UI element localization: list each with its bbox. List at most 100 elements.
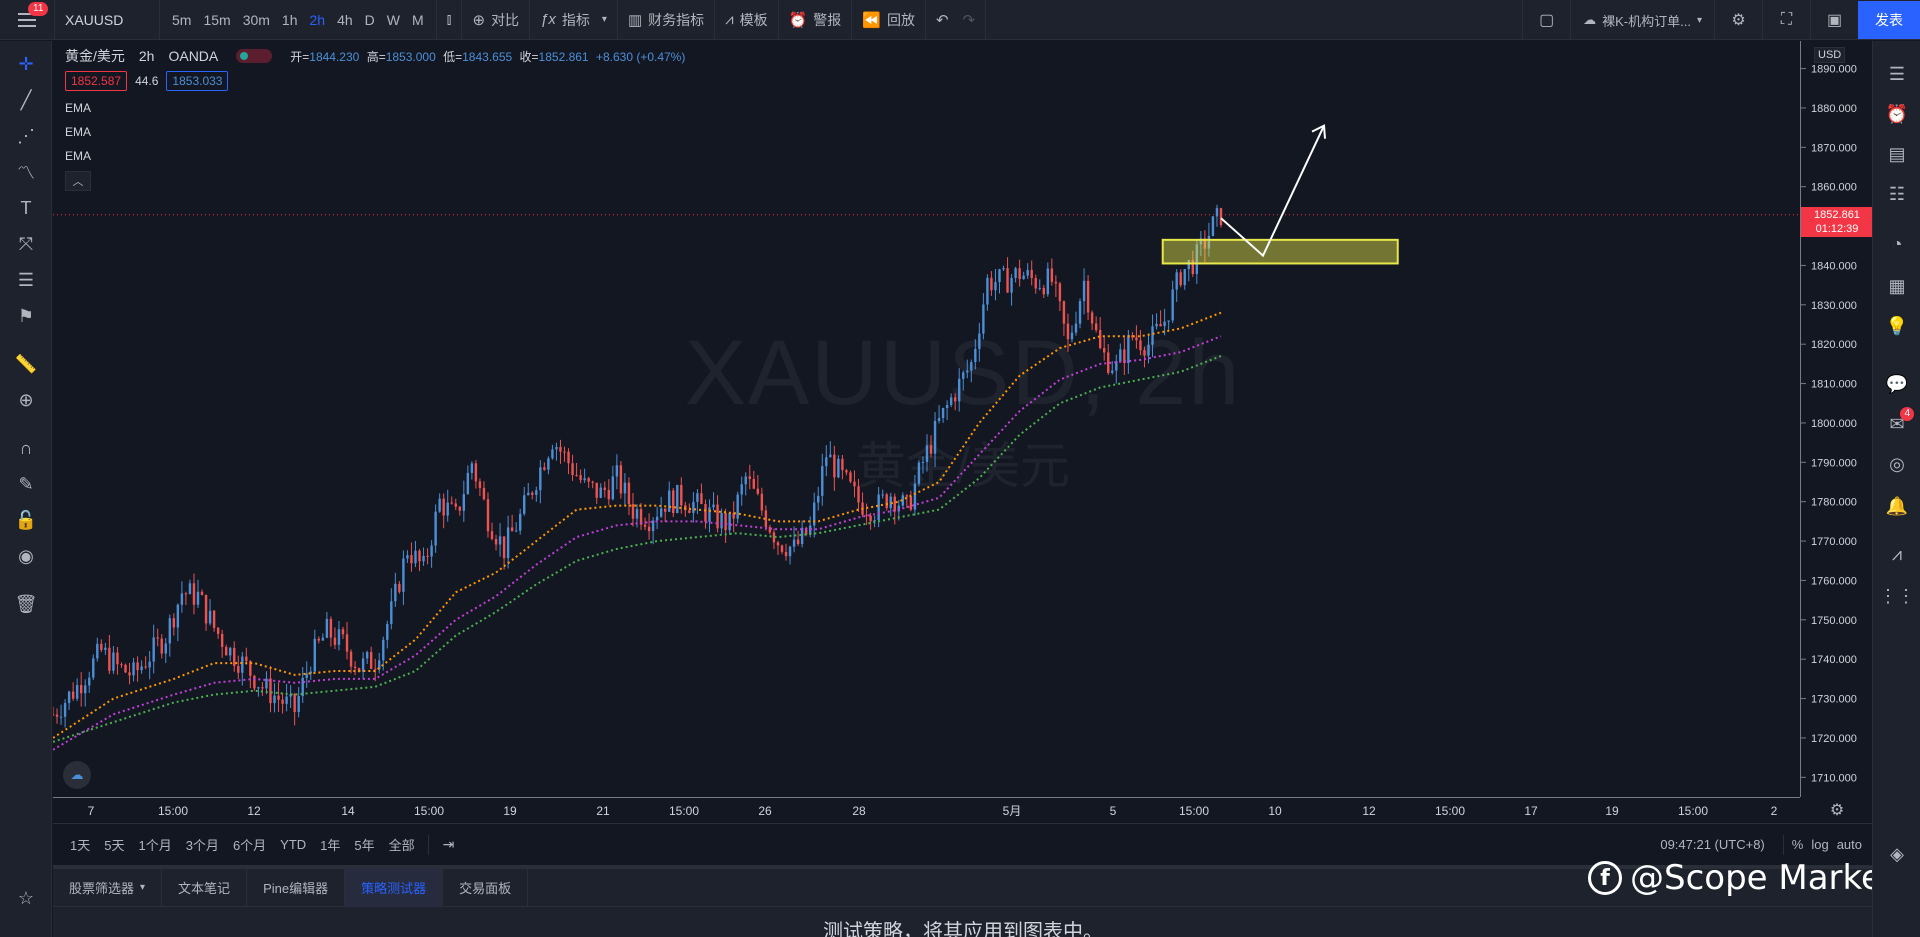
candle-body xyxy=(700,493,703,505)
candle-body xyxy=(212,610,216,628)
candle-body xyxy=(305,673,308,678)
interval-w[interactable]: W xyxy=(381,12,406,28)
layout-name-button[interactable]: ☁ 裸K-机构订单... ▾ xyxy=(1570,0,1714,40)
range-6m[interactable]: 6个月 xyxy=(226,835,273,854)
range-all[interactable]: 全部 xyxy=(382,835,422,854)
settings-button[interactable]: ⚙ xyxy=(1714,0,1762,40)
log-toggle[interactable]: log xyxy=(1811,837,1828,852)
replay-button[interactable]: ⏪ 回放 xyxy=(852,0,926,40)
interval-5m[interactable]: 5m xyxy=(166,12,197,28)
gear-icon: ⚙ xyxy=(1829,802,1845,819)
cloud-sync-icon[interactable]: ☁ xyxy=(63,761,91,789)
interval-m[interactable]: M xyxy=(406,12,430,28)
indicator-label-ema-1[interactable]: EMA xyxy=(65,101,685,115)
crosshair-icon[interactable]: ✛ xyxy=(13,51,39,77)
range-1d[interactable]: 1天 xyxy=(63,835,97,854)
alert-button[interactable]: ⏰ 警报 xyxy=(779,0,853,40)
chart-type-button[interactable]: ⫾ xyxy=(437,0,463,40)
notifications-icon[interactable]: 🔔 xyxy=(1884,493,1910,519)
auto-toggle[interactable]: auto xyxy=(1837,837,1862,852)
range-1m[interactable]: 1个月 xyxy=(131,835,178,854)
tab-pine-editor[interactable]: Pine编辑器 xyxy=(247,868,346,907)
interval-15m[interactable]: 15m xyxy=(197,12,236,28)
messages-icon[interactable]: ✉ 4 xyxy=(1884,407,1914,437)
calendar-icon[interactable]: ▦ xyxy=(1884,273,1910,299)
high-label: 高= xyxy=(366,49,386,64)
goto-date-icon[interactable]: ⇥ xyxy=(435,836,463,853)
watchlist-icon[interactable]: ☰ xyxy=(1884,61,1910,87)
fullscreen-button[interactable]: ⛶ xyxy=(1762,0,1810,40)
timezone-clock[interactable]: 09:47:21 (UTC+8) xyxy=(1660,837,1764,852)
market-status-icon[interactable] xyxy=(236,49,273,63)
candle-body xyxy=(559,447,562,452)
axis-settings-button[interactable]: ⚙ xyxy=(1826,800,1848,822)
layout-select-button[interactable]: ▢ xyxy=(1522,0,1570,40)
publish-button[interactable]: 发表 xyxy=(1858,1,1920,39)
prediction-tool-icon[interactable]: ⤧ xyxy=(13,231,39,257)
measure-lines-icon[interactable]: ☰ xyxy=(13,267,39,293)
interval-1h[interactable]: 1h xyxy=(276,12,304,28)
fib-tool-icon[interactable]: ⋰ xyxy=(13,123,39,149)
range-1y[interactable]: 1年 xyxy=(313,835,347,854)
price-axis[interactable]: 1710.000 1720.000 1730.000 1740.000 1750.000… xyxy=(1800,41,1873,797)
indicators-button[interactable]: ƒx 指标 ▾ xyxy=(530,0,618,40)
indicator-label-ema-2[interactable]: EMA xyxy=(65,125,685,139)
legend-title[interactable]: 黄金/美元 xyxy=(65,46,125,66)
layers-icon[interactable]: ◈ xyxy=(1884,841,1910,867)
zoom-in-icon[interactable]: ⊕ xyxy=(13,387,39,413)
ideas-icon[interactable]: 💡 xyxy=(1884,313,1910,339)
broadcast-icon[interactable]: ◎ xyxy=(1884,451,1910,477)
tab-strategy-tester[interactable]: 策略测试器 xyxy=(345,868,444,907)
magnet-icon[interactable]: ∩ xyxy=(13,435,39,461)
compare-button[interactable]: ⊕ 对比 xyxy=(462,0,531,40)
range-3m[interactable]: 3个月 xyxy=(179,835,226,854)
candle-body xyxy=(128,672,131,676)
text-tool-icon[interactable]: T xyxy=(13,195,39,221)
symbol-search[interactable]: XAUUSD xyxy=(55,0,160,40)
tab-trading-panel[interactable]: 交易面板 xyxy=(443,868,529,907)
trend-line-icon[interactable]: ╱ xyxy=(13,87,39,113)
financials-button[interactable]: ▥ 财务指标 xyxy=(618,0,716,40)
tab-text-notes[interactable]: 文本笔记 xyxy=(162,868,248,907)
redo-icon[interactable]: ↷ xyxy=(963,11,976,29)
interval-2h[interactable]: 2h xyxy=(304,12,332,28)
snapshot-button[interactable]: ▣ xyxy=(1810,0,1858,40)
star-icon[interactable]: ☆ xyxy=(13,885,39,911)
interval-4h[interactable]: 4h xyxy=(331,12,359,28)
alarm-clock-icon[interactable]: ⏰ xyxy=(1884,101,1910,127)
candle-body xyxy=(200,591,204,595)
legend-collapse-button[interactable]: ︿ xyxy=(65,171,91,191)
currency-label[interactable]: USD xyxy=(1814,47,1846,63)
chat-icon[interactable]: 💬 xyxy=(1884,371,1910,397)
hotlist-icon[interactable]: ◔ xyxy=(1884,231,1910,257)
candle-body xyxy=(1151,326,1154,345)
news-icon[interactable]: ▤ xyxy=(1884,141,1910,167)
data-window-icon[interactable]: ☷ xyxy=(1884,181,1910,207)
tab-stock-screener[interactable]: 股票筛选器 ▾ xyxy=(53,868,163,907)
templates-button[interactable]: ⩘ 模板 xyxy=(715,0,779,40)
interval-d[interactable]: D xyxy=(359,12,381,28)
icons-tool-icon[interactable]: ⚑ xyxy=(13,303,39,329)
percent-toggle[interactable]: % xyxy=(1792,837,1804,852)
dom-icon[interactable]: ⋮⋮ xyxy=(1879,583,1915,609)
chart-pane[interactable]: XAUUSD, 2h 黄金/美元 黄金/美元 2h OANDA 开=1844.2… xyxy=(53,41,1872,797)
trading-icon[interactable]: ⩘ xyxy=(1884,541,1910,567)
lock-icon[interactable]: 🔓 xyxy=(13,507,39,533)
range-5y[interactable]: 5年 xyxy=(347,835,381,854)
eye-icon[interactable]: ◉ xyxy=(13,543,39,569)
buy-price-button[interactable]: 1853.033 xyxy=(166,71,229,91)
main-menu-button[interactable]: 11 xyxy=(0,0,55,40)
pattern-tool-icon[interactable]: 〽 xyxy=(13,159,39,185)
undo-icon[interactable]: ↶ xyxy=(936,11,949,29)
candle-body xyxy=(635,509,639,519)
ruler-icon[interactable]: 📏 xyxy=(13,351,39,377)
interval-30m[interactable]: 30m xyxy=(237,12,276,28)
trash-icon[interactable]: 🗑 xyxy=(13,591,39,617)
indicator-label-ema-3[interactable]: EMA xyxy=(65,149,685,163)
stay-drawing-icon[interactable]: ✎ xyxy=(13,471,39,497)
time-axis[interactable]: 7 15:00 12 14 15:00 19 21 15:00 26 28 5月 5 15:00 10 12… xyxy=(53,797,1800,823)
range-ytd[interactable]: YTD xyxy=(273,837,313,852)
range-5d[interactable]: 5天 xyxy=(97,835,131,854)
candle-body xyxy=(688,510,691,513)
sell-price-button[interactable]: 1852.587 xyxy=(65,71,128,91)
